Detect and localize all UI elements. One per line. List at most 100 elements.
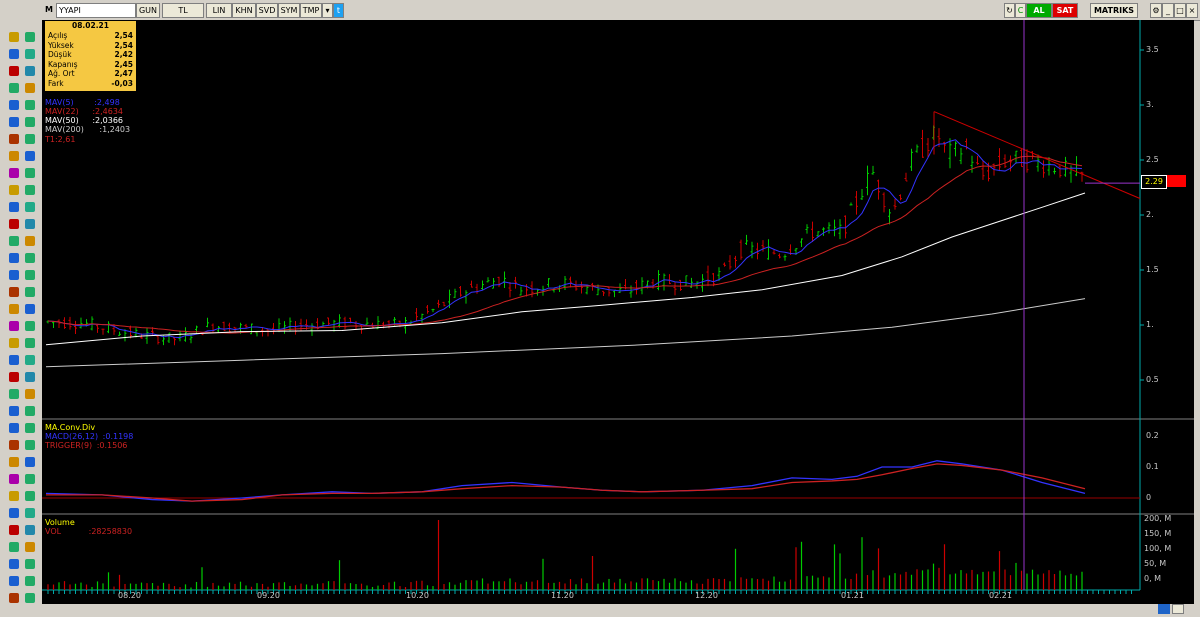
khn-button[interactable]: KHN: [232, 3, 256, 18]
dropdown-icon[interactable]: ▾: [322, 3, 333, 18]
buy-button[interactable]: AL: [1026, 3, 1052, 18]
scroll-arrow-icon[interactable]: [1172, 604, 1184, 614]
mav22-label: MAV(22): [45, 107, 79, 116]
drawing-tool-icon: [9, 32, 19, 42]
drawing-tool-icon: [25, 270, 35, 280]
macd-legend: MACD(26,12) :0.1198: [45, 432, 133, 441]
drawing-tool-icon: [9, 525, 19, 535]
settings-icon[interactable]: ⚙: [1150, 3, 1162, 18]
drawing-tool-icon: [25, 491, 35, 501]
drawing-tool-icon: [25, 49, 35, 59]
y-tick: 2.: [1146, 210, 1154, 219]
drawing-tool-icon: [9, 457, 19, 467]
mav200-label: MAV(200): [45, 125, 84, 134]
drawing-tool-icon: [25, 219, 35, 229]
volume-title: Volume: [45, 518, 75, 527]
y-tick: 2.5: [1146, 155, 1159, 164]
target-label: T1:2,61: [45, 135, 76, 144]
drawing-tool-icon: [25, 338, 35, 348]
maximize-icon[interactable]: □: [1174, 3, 1186, 18]
info-row: Kapanış 2,45: [45, 60, 136, 70]
trigger-label: TRIGGER(9): [45, 441, 93, 450]
info-value: 2,54: [114, 40, 133, 50]
drawing-tool-icon: [25, 508, 35, 518]
mav5-value: :2,498: [94, 98, 120, 107]
currency-button[interactable]: TL: [162, 3, 204, 18]
drawing-tool-icon: [25, 287, 35, 297]
drawing-tool-icon: [9, 253, 19, 263]
info-value: 2,45: [114, 59, 133, 69]
chart-area[interactable]: MAV(5) :2,498 MAV(22) :2,4634 MAV(50) :2…: [42, 20, 1194, 606]
drawing-tool-icon: [25, 593, 35, 603]
info-key: Düşük: [48, 50, 72, 59]
svd-button[interactable]: SVD: [256, 3, 278, 18]
info-value: 2,54: [114, 31, 133, 40]
symbol-input[interactable]: YYAPI: [56, 3, 136, 18]
vol-y-tick: 50, M: [1144, 559, 1167, 568]
info-key: Kapanış: [48, 59, 78, 69]
last-price-label: 2.29: [1141, 175, 1167, 189]
drawing-tool-icon: [25, 117, 35, 127]
period-button[interactable]: GUN: [136, 3, 160, 18]
mav50-label: MAV(50): [45, 116, 79, 125]
drawing-tool-icon: [9, 304, 19, 314]
mav200-value: :1,2403: [99, 125, 131, 134]
info-value: -0,03: [111, 78, 133, 88]
drawing-tools[interactable]: [0, 20, 42, 614]
refresh-icon[interactable]: ↻: [1004, 3, 1015, 18]
drawing-tool-icon: [25, 525, 35, 535]
drawing-tool-icon: [9, 389, 19, 399]
x-tick: 11.20: [551, 591, 574, 600]
bottom-scrollbar[interactable]: [42, 604, 1200, 614]
drawing-tool-icon: [9, 236, 19, 246]
tmp-button[interactable]: TMP: [300, 3, 322, 18]
drawing-tool-icon: [9, 593, 19, 603]
info-date: 08.02.21: [71, 21, 109, 30]
drawing-tool-icon: [9, 202, 19, 212]
drawing-tool-icon: [25, 559, 35, 569]
mav22-legend: MAV(22) :2,4634: [45, 107, 123, 116]
drawing-tool-icon: [9, 406, 19, 416]
trend-line: [933, 111, 1141, 199]
vol-y-tick: 150, M: [1144, 529, 1172, 538]
close-icon[interactable]: ×: [1186, 3, 1198, 18]
x-tick: 02.21: [989, 591, 1012, 600]
drawing-tool-icon: [9, 372, 19, 382]
drawing-tool-icon: [9, 321, 19, 331]
drawing-tool-icon: [25, 406, 35, 416]
drawing-tool-icon: [25, 83, 35, 93]
drawing-toolbar: [0, 20, 43, 614]
twitter-icon[interactable]: t: [333, 3, 344, 18]
drawing-tool-icon: [9, 576, 19, 586]
sym-button[interactable]: SYM: [278, 3, 300, 18]
sell-button[interactable]: SAT: [1052, 3, 1078, 18]
chart-canvas[interactable]: [42, 20, 1194, 606]
drawing-tool-icon: [9, 219, 19, 229]
drawing-tool-icon: [9, 49, 19, 59]
drawing-tool-icon: [25, 542, 35, 552]
x-tick: 12.20: [695, 591, 718, 600]
drawing-tool-icon: [9, 474, 19, 484]
mav200-legend: MAV(200) :1,2403: [45, 125, 130, 134]
drawing-tool-icon: [9, 287, 19, 297]
mav50-legend: MAV(50) :2,0366: [45, 116, 123, 125]
drawing-tool-icon: [9, 491, 19, 501]
scale-button[interactable]: LIN: [206, 3, 232, 18]
vol-label: VOL: [45, 527, 62, 536]
mav22-value: :2,4634: [92, 107, 123, 116]
drawing-tool-icon: [25, 236, 35, 246]
drawing-tool-icon: [9, 508, 19, 518]
drawing-tool-icon: [25, 372, 35, 382]
drawing-tool-icon: [9, 185, 19, 195]
drawing-tool-icon: [25, 66, 35, 76]
drawing-tool-icon: [9, 83, 19, 93]
mav22-line: [47, 155, 1083, 334]
drawing-tool-icon: [9, 117, 19, 127]
c-icon[interactable]: C: [1015, 3, 1026, 18]
drawing-tool-icon: [25, 355, 35, 365]
share-icon[interactable]: [1158, 604, 1170, 614]
drawing-tool-icon: [25, 168, 35, 178]
info-key: Fark: [48, 78, 64, 88]
minimize-icon[interactable]: _: [1162, 3, 1174, 18]
y-tick: 3.: [1146, 100, 1154, 109]
